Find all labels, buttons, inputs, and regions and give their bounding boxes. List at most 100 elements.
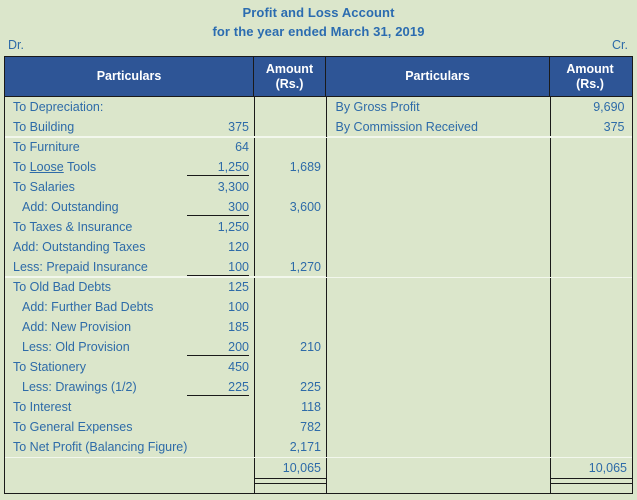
row-subamount: 1,250 xyxy=(217,160,249,174)
header-amount-credit-line2: (Rs.) xyxy=(576,76,604,91)
row-amount: 2,171 xyxy=(289,440,321,454)
table-row: To Taxes & Insurance 1,250 xyxy=(5,217,326,237)
row-amount: 1,689 xyxy=(289,160,321,174)
subtotal-rule xyxy=(187,175,249,176)
debit-total-cell: 10,065 xyxy=(254,457,326,479)
row-label: To Taxes & Insurance xyxy=(13,220,133,234)
row-subamount: 450 xyxy=(228,360,249,374)
title-line-1: Profit and Loss Account xyxy=(242,5,395,20)
header-amount-credit: Amount (Rs.) xyxy=(550,57,630,96)
row-subamount: 3,300 xyxy=(217,180,249,194)
row-subamount: 100 xyxy=(228,260,249,274)
table-row: To Depreciation: xyxy=(5,97,326,117)
row-amount: 9,690 xyxy=(593,100,625,114)
row-separator xyxy=(5,457,632,458)
row-subamount: 64 xyxy=(235,140,249,154)
row-label: To Net Profit (Balancing Figure) xyxy=(13,440,188,454)
credit-side-filler xyxy=(328,137,632,437)
debit-total-value: 10,065 xyxy=(282,461,321,475)
subtotal-rule xyxy=(187,275,249,276)
table-row: To General Expenses 782 xyxy=(5,417,326,437)
row-subamount: 125 xyxy=(228,280,249,294)
row-amount: 225 xyxy=(300,380,321,394)
subtotal-rule xyxy=(187,395,249,396)
row-separator xyxy=(5,277,632,278)
table-row: To Old Bad Debts 125 xyxy=(5,277,326,297)
table-row: To Interest 118 xyxy=(5,397,326,417)
row-label: To Interest xyxy=(13,400,72,414)
table-header-row: Particulars Amount (Rs.) Particulars Amo… xyxy=(5,57,632,97)
row-amount: 375 xyxy=(603,120,625,134)
row-label: To Salaries xyxy=(13,180,75,194)
row-label: Less: Old Provision xyxy=(22,340,130,354)
table-row: To Building 375 xyxy=(5,117,326,137)
row-subamount: 225 xyxy=(228,380,249,394)
credit-total-value: 10,065 xyxy=(588,461,627,475)
subtotal-rule xyxy=(187,355,249,356)
row-label: To Stationery xyxy=(13,360,86,374)
debit-marker: Dr. xyxy=(8,38,24,52)
header-particulars-debit: Particulars xyxy=(5,57,254,96)
row-label: Add: Outstanding xyxy=(22,200,119,214)
subtotal-rule xyxy=(187,215,249,216)
row-subamount: 120 xyxy=(228,240,249,254)
table-row: To Net Profit (Balancing Figure) 2,171 xyxy=(5,437,326,457)
table-row: Add: New Provision 185 xyxy=(5,317,326,337)
credit-total-double-rule xyxy=(550,481,632,484)
table-row: Add: Outstanding 300 3,600 xyxy=(5,197,326,217)
debit-side: To Depreciation: To Building 375 To Furnitu… xyxy=(5,97,326,493)
row-subamount: 100 xyxy=(228,300,249,314)
row-label: To Furniture xyxy=(13,140,80,154)
row-label: To Building xyxy=(13,120,75,134)
row-label: Add: Outstanding Taxes xyxy=(13,240,146,254)
row-label: To Loose Tools xyxy=(13,160,97,174)
header-particulars-credit: Particulars xyxy=(326,57,550,96)
row-label: Less: Drawings (1/2) xyxy=(22,380,137,394)
table-row: Add: Further Bad Debts 100 xyxy=(5,297,326,317)
table-body: To Depreciation: To Building 375 To Furnitu… xyxy=(5,97,632,493)
table-row: To Stationery 450 xyxy=(5,357,326,377)
table-row: To Furniture 64 xyxy=(5,137,326,157)
header-particulars-debit-label: Particulars xyxy=(96,69,162,83)
row-amount: 1,270 xyxy=(289,260,321,274)
row-subamount: 375 xyxy=(228,120,249,134)
row-amount: 782 xyxy=(300,420,321,434)
table-row: Add: Outstanding Taxes 120 xyxy=(5,237,326,257)
table-row: Less: Drawings (1/2) 225 225 xyxy=(5,377,326,397)
header-amount-debit: Amount (Rs.) xyxy=(254,57,326,96)
debit-credit-markers: Dr. Cr. xyxy=(0,38,637,56)
table-row: To Loose Tools 1,250 1,689 xyxy=(5,157,326,177)
row-label: By Gross Profit xyxy=(335,100,420,114)
table-row: Less: Old Provision 200 210 xyxy=(5,337,326,357)
spellcheck-underlined-word: Loose xyxy=(29,160,64,174)
table-row: By Commission Received 375 xyxy=(327,117,632,137)
header-amount-credit-line1: Amount xyxy=(566,61,614,76)
row-label: Add: New Provision xyxy=(22,320,132,334)
header-amount-debit-line2: (Rs.) xyxy=(275,76,304,91)
row-subamount: 185 xyxy=(228,320,249,334)
row-separator xyxy=(5,137,632,138)
row-label: To Old Bad Debts xyxy=(13,280,111,294)
header-amount-debit-line1: Amount xyxy=(265,61,314,76)
row-amount: 210 xyxy=(300,340,321,354)
row-label: By Commission Received xyxy=(335,120,478,134)
table-row: Less: Prepaid Insurance 100 1,270 xyxy=(5,257,326,277)
table-row: To Salaries 3,300 xyxy=(5,177,326,197)
credit-marker: Cr. xyxy=(612,38,628,52)
document-title: Profit and Loss Account for the year end… xyxy=(0,0,637,41)
row-amount: 118 xyxy=(301,400,321,414)
row-label: To Depreciation: xyxy=(13,100,104,114)
header-particulars-credit-label: Particulars xyxy=(405,69,470,83)
row-subamount: 1,250 xyxy=(217,220,249,234)
credit-total-cell: 10,065 xyxy=(550,457,632,479)
row-label: Less: Prepaid Insurance xyxy=(13,260,148,274)
table-row: By Gross Profit 9,690 xyxy=(328,97,632,117)
row-label: To General Expenses xyxy=(13,420,133,434)
row-amount: 3,600 xyxy=(289,200,321,214)
debit-total-double-rule xyxy=(254,481,326,484)
row-subamount: 200 xyxy=(228,340,249,354)
profit-and-loss-account-page: Profit and Loss Account for the year end… xyxy=(0,0,637,500)
row-label: Add: Further Bad Debts xyxy=(22,300,154,314)
credit-side: By Gross Profit 9,690 By Commission Receiv… xyxy=(327,97,632,493)
ledger-table: Particulars Amount (Rs.) Particulars Amo… xyxy=(4,56,633,494)
